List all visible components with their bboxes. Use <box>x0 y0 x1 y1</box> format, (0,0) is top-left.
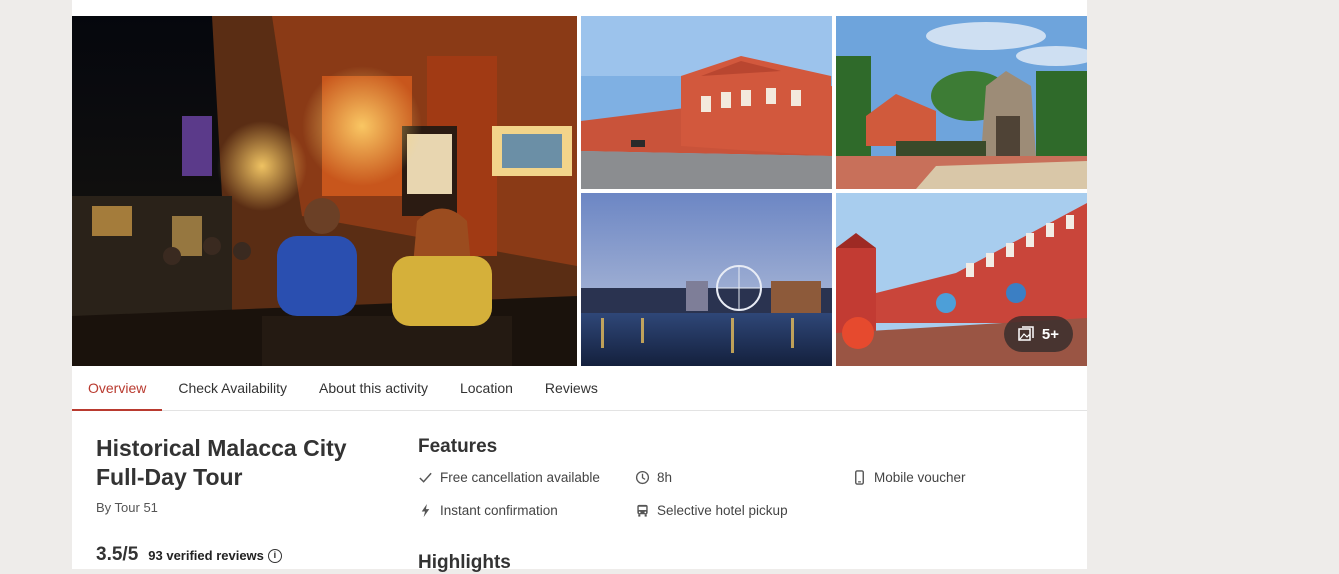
rating-score: 3.5/5 <box>96 544 139 565</box>
tab-location[interactable]: Location <box>444 366 529 410</box>
mobile-icon <box>855 470 864 485</box>
feature-hotel-pickup: Selective hotel pickup <box>635 503 788 518</box>
feature-label: Instant confirmation <box>440 503 558 518</box>
feature-duration: 8h <box>635 470 672 485</box>
info-icon[interactable]: i <box>267 548 282 563</box>
page-content: 5+ Overview Check Availability About thi… <box>72 0 1087 573</box>
feature-label: Mobile voucher <box>874 470 966 485</box>
red-buildings-photo[interactable] <box>581 16 832 189</box>
fort-ruins-photo[interactable] <box>836 16 1087 189</box>
reviews-link[interactable]: 93 verified reviews i <box>148 548 282 563</box>
tab-overview[interactable]: Overview <box>72 366 163 411</box>
clock-icon <box>635 470 650 485</box>
gallery-icon <box>1018 326 1034 341</box>
features-title: Features <box>418 436 498 457</box>
rating-row: 3.5/5 93 verified reviews i <box>96 544 282 566</box>
feature-mobile-voucher: Mobile voucher <box>852 470 966 485</box>
activity-summary: Historical Malacca City Full-Day Tour By… <box>96 434 396 515</box>
page-title-line1: Historical Malacca City <box>96 435 347 461</box>
checkmark-icon <box>419 472 432 483</box>
tab-check-availability[interactable]: Check Availability <box>162 366 303 410</box>
bus-icon <box>637 504 648 517</box>
reviews-count: 93 verified reviews <box>148 548 264 563</box>
feature-free-cancellation: Free cancellation available <box>418 470 600 485</box>
features-section: Features Free cancellation available 8h <box>418 436 1078 540</box>
river-ferris-wheel-photo[interactable] <box>581 193 832 366</box>
page-title-line2: Full-Day Tour <box>96 464 243 490</box>
feature-instant-confirmation: Instant confirmation <box>418 503 558 518</box>
lightning-icon <box>421 503 430 518</box>
feature-label: Selective hotel pickup <box>657 503 788 518</box>
highlights-title: Highlights <box>418 552 511 573</box>
more-photos-count: 5+ <box>1041 325 1059 343</box>
activity-tabs: Overview Check Availability About this a… <box>72 366 1087 411</box>
photo-gallery: 5+ <box>72 16 1087 366</box>
page-title: Historical Malacca City Full-Day Tour <box>96 434 396 492</box>
night-street-photo[interactable] <box>72 16 577 366</box>
red-square-photo[interactable]: 5+ <box>836 193 1087 366</box>
tab-about-this-activity[interactable]: About this activity <box>303 366 444 410</box>
features-list: Free cancellation available 8h Mobile vo… <box>418 470 1078 540</box>
feature-label: 8h <box>657 470 673 485</box>
more-photos-button[interactable]: 5+ <box>1003 316 1073 352</box>
feature-label: Free cancellation available <box>440 470 600 485</box>
tab-reviews[interactable]: Reviews <box>529 366 614 410</box>
operator-name: By Tour 51 <box>96 500 158 515</box>
